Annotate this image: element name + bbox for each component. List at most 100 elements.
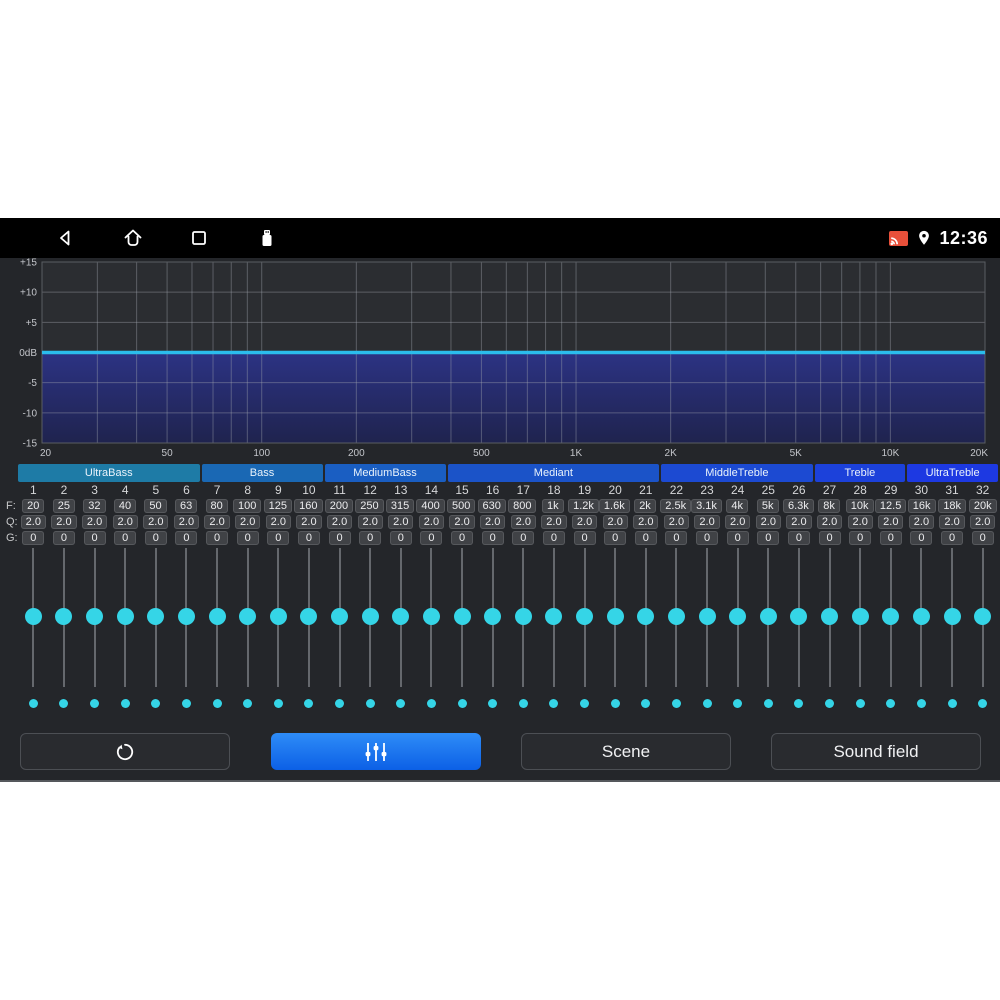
freq-value-cell[interactable]: 8k	[818, 499, 841, 513]
gain-value-cell[interactable]: 0	[451, 531, 474, 545]
gain-fader[interactable]	[477, 548, 508, 687]
gain-value-cell[interactable]: 0	[83, 531, 106, 545]
q-value-cell[interactable]: 2.0	[725, 515, 751, 529]
q-value-cell[interactable]: 2.0	[204, 515, 230, 529]
freq-value-cell[interactable]: 63	[174, 499, 198, 513]
fader-knob[interactable]	[912, 608, 930, 625]
freq-value-cell[interactable]: 630	[477, 499, 506, 513]
q-value-cell[interactable]: 2.0	[143, 515, 169, 529]
fader-knob[interactable]	[331, 608, 349, 625]
fader-knob[interactable]	[514, 608, 532, 625]
q-value-cell[interactable]: 2.0	[418, 515, 445, 529]
freq-value-cell[interactable]: 12.5	[874, 499, 907, 513]
fader-knob[interactable]	[86, 608, 104, 625]
freq-value-cell[interactable]: 10k	[845, 499, 874, 513]
gain-value-cell[interactable]: 0	[52, 531, 75, 545]
fader-knob[interactable]	[974, 608, 992, 625]
gain-value-cell[interactable]: 0	[297, 531, 320, 545]
recents-icon[interactable]	[187, 226, 211, 250]
gain-fader[interactable]	[539, 548, 570, 687]
q-value-cell[interactable]: 2.0	[970, 515, 996, 529]
freq-value-cell[interactable]: 250	[355, 499, 384, 513]
back-icon[interactable]	[53, 226, 77, 250]
gain-fader[interactable]	[324, 548, 355, 687]
q-value-cell[interactable]: 2.0	[326, 515, 353, 529]
freq-value-cell[interactable]: 16k	[907, 499, 936, 513]
fader-knob[interactable]	[821, 608, 839, 625]
q-value-cell[interactable]: 2.0	[541, 515, 567, 529]
gain-fader[interactable]	[508, 548, 539, 687]
freq-value-cell[interactable]: 4k	[726, 499, 749, 513]
fader-knob[interactable]	[300, 608, 318, 625]
q-value-cell[interactable]: 2.0	[296, 515, 322, 529]
q-value-cell[interactable]: 2.0	[449, 515, 475, 529]
gain-fader[interactable]	[631, 548, 662, 687]
gain-fader[interactable]	[814, 548, 845, 687]
sound-field-button[interactable]: Sound field	[771, 733, 981, 770]
gain-fader[interactable]	[937, 548, 968, 687]
freq-value-cell[interactable]: 200	[324, 499, 354, 513]
q-value-cell[interactable]: 2.0	[388, 515, 414, 529]
freq-value-cell[interactable]: 500	[446, 499, 476, 513]
fader-knob[interactable]	[484, 608, 502, 625]
gain-value-cell[interactable]: 0	[114, 531, 137, 545]
gain-value-cell[interactable]: 0	[634, 531, 657, 545]
fader-knob[interactable]	[147, 608, 165, 625]
q-value-cell[interactable]: 2.0	[173, 515, 200, 529]
gain-value-cell[interactable]: 0	[328, 531, 351, 545]
home-icon[interactable]	[121, 226, 145, 250]
fader-knob[interactable]	[851, 608, 869, 625]
gain-value-cell[interactable]: 0	[389, 531, 412, 545]
gain-fader[interactable]	[263, 548, 294, 687]
freq-value-cell[interactable]: 25	[52, 499, 75, 513]
gain-value-cell[interactable]: 0	[175, 531, 198, 545]
gain-fader[interactable]	[18, 548, 49, 687]
fader-knob[interactable]	[943, 608, 961, 625]
freq-value-cell[interactable]: 400	[416, 499, 445, 513]
gain-value-cell[interactable]: 0	[512, 531, 535, 545]
q-value-cell[interactable]: 2.0	[81, 515, 108, 529]
gain-fader[interactable]	[753, 548, 784, 687]
gain-value-cell[interactable]: 0	[696, 531, 719, 545]
gain-value-cell[interactable]: 0	[879, 531, 902, 545]
q-value-cell[interactable]: 2.0	[602, 515, 628, 529]
equalizer-button[interactable]	[271, 733, 481, 770]
gain-fader[interactable]	[906, 548, 937, 687]
q-value-cell[interactable]: 2.0	[235, 515, 261, 529]
gain-fader[interactable]	[202, 548, 233, 687]
freq-value-cell[interactable]: 20k	[968, 499, 997, 513]
freq-value-cell[interactable]: 2.5k	[660, 499, 692, 513]
gain-fader[interactable]	[386, 548, 417, 687]
fader-knob[interactable]	[882, 608, 900, 625]
gain-fader[interactable]	[692, 548, 723, 687]
gain-fader[interactable]	[722, 548, 753, 687]
gain-value-cell[interactable]: 0	[787, 531, 810, 545]
freq-value-cell[interactable]: 80	[205, 499, 228, 513]
gain-value-cell[interactable]: 0	[941, 531, 964, 545]
freq-value-cell[interactable]: 20	[22, 499, 45, 513]
q-value-cell[interactable]: 2.0	[20, 515, 46, 529]
freq-value-cell[interactable]: 1k	[541, 499, 564, 513]
gain-value-cell[interactable]: 0	[665, 531, 688, 545]
gain-value-cell[interactable]: 0	[818, 531, 841, 545]
q-value-cell[interactable]: 2.0	[786, 515, 812, 529]
reset-button[interactable]	[20, 733, 230, 770]
q-value-cell[interactable]: 2.0	[357, 515, 383, 529]
fader-knob[interactable]	[790, 608, 808, 625]
q-value-cell[interactable]: 2.0	[265, 515, 291, 529]
gain-value-cell[interactable]: 0	[144, 531, 167, 545]
fader-knob[interactable]	[116, 608, 134, 625]
gain-fader[interactable]	[232, 548, 263, 687]
gain-fader[interactable]	[110, 548, 141, 687]
gain-value-cell[interactable]: 0	[971, 531, 994, 545]
q-value-cell[interactable]: 2.0	[571, 515, 598, 529]
q-value-cell[interactable]: 2.0	[847, 515, 873, 529]
gain-value-cell[interactable]: 0	[481, 531, 504, 545]
q-value-cell[interactable]: 2.0	[939, 515, 965, 529]
gain-value-cell[interactable]: 0	[267, 531, 290, 545]
q-value-cell[interactable]: 2.0	[878, 515, 904, 529]
gain-value-cell[interactable]: 0	[236, 531, 259, 545]
gain-value-cell[interactable]: 0	[420, 531, 443, 545]
q-value-cell[interactable]: 2.0	[816, 515, 843, 529]
fader-knob[interactable]	[637, 608, 655, 625]
